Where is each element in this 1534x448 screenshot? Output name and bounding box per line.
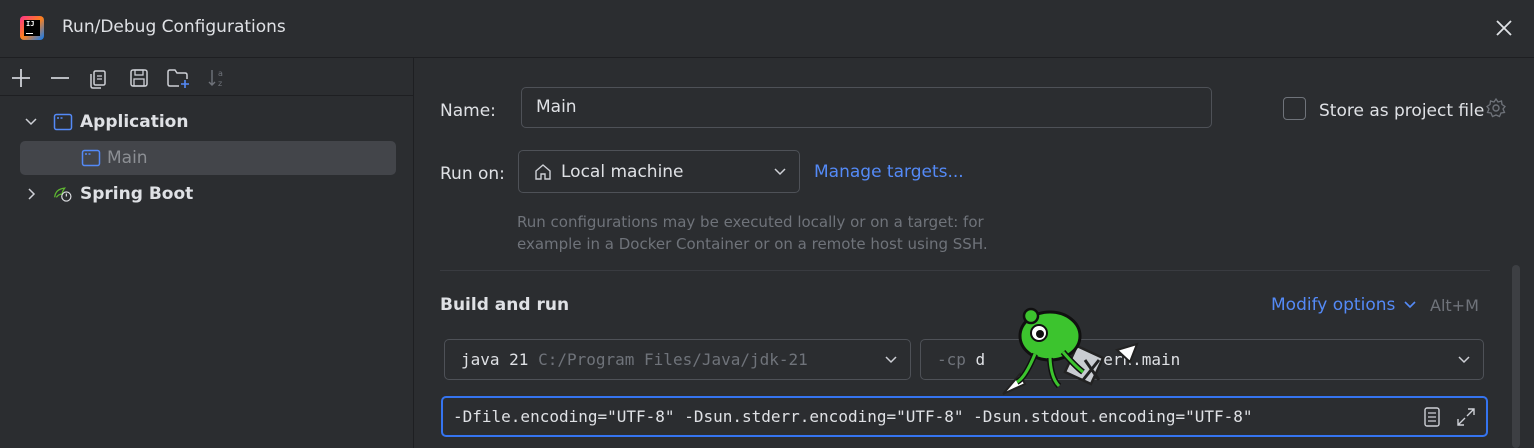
tree-item-label: Application [80, 112, 189, 132]
home-icon [535, 164, 551, 180]
run-on-label: Run on: [440, 164, 505, 184]
build-and-run-heading: Build and run [440, 295, 570, 315]
name-field-value: Main [536, 97, 577, 117]
chevron-down-icon[interactable] [24, 115, 38, 129]
application-icon [81, 149, 101, 167]
jdk-name: java 21 [461, 350, 529, 369]
modify-options-link[interactable]: Modify options [1271, 295, 1395, 315]
tree-toolbar: a z [0, 58, 414, 96]
save-icon[interactable] [126, 65, 152, 91]
new-folder-icon[interactable] [165, 65, 191, 91]
scrollbar[interactable] [1512, 265, 1520, 448]
manage-targets-link[interactable]: Manage targets... [814, 162, 964, 182]
chevron-right-icon[interactable] [24, 187, 38, 201]
modify-options-shortcut: Alt+M [1430, 296, 1479, 315]
title-bar: IJ Run/Debug Configurations [0, 0, 1534, 58]
run-on-dropdown[interactable]: Local machine [518, 150, 800, 193]
jdk-path: C:/Program Files/Java/jdk-21 [538, 350, 808, 369]
tree-item-spring-boot[interactable]: Spring Boot [20, 177, 396, 211]
tree-item-label: Main [107, 148, 148, 168]
vm-options-value: -Dfile.encoding="UTF-8" -Dsun.stderr.enc… [453, 407, 1253, 426]
name-field[interactable]: Main [521, 87, 1212, 128]
tree-item-application[interactable]: Application [20, 105, 396, 139]
close-icon[interactable] [1490, 14, 1518, 42]
chevron-down-icon[interactable] [1403, 298, 1417, 312]
document-icon[interactable] [1421, 406, 1443, 428]
configuration-form: Name: Main Store as project file Run on:… [415, 58, 1534, 448]
mascot-sticker-icon [1002, 307, 1139, 395]
svg-text:z: z [218, 79, 222, 88]
store-as-project-file-checkbox[interactable] [1283, 97, 1306, 120]
run-on-value: Local machine [561, 162, 684, 182]
jdk-dropdown[interactable]: java 21 C:/Program Files/Java/jdk-21 [444, 339, 911, 380]
application-icon [53, 113, 73, 131]
add-icon[interactable] [8, 65, 34, 91]
window-title: Run/Debug Configurations [62, 17, 286, 37]
intellij-logo-icon: IJ [20, 16, 44, 40]
name-label: Name: [440, 101, 496, 121]
divider [440, 270, 1490, 271]
chevron-down-icon [774, 168, 786, 176]
store-as-project-file-label: Store as project file [1319, 101, 1485, 121]
sort-icon[interactable]: a z [204, 65, 230, 91]
tree-item-main[interactable]: Main [20, 141, 396, 175]
remove-icon[interactable] [47, 65, 73, 91]
vm-options-field[interactable]: -Dfile.encoding="UTF-8" -Dsun.stderr.enc… [441, 396, 1488, 437]
copy-icon[interactable] [86, 65, 112, 91]
hint-line: example in a Docker Container or on a re… [517, 235, 988, 253]
hint-line: Run configurations may be executed local… [517, 213, 984, 231]
cp-flag: -cp [937, 350, 966, 369]
chevron-down-icon [885, 356, 897, 364]
expand-icon[interactable] [1455, 406, 1477, 428]
svg-text:a: a [218, 69, 223, 78]
tree-item-label: Spring Boot [80, 184, 194, 204]
cp-value-start: d [975, 350, 986, 369]
chevron-down-icon [1458, 356, 1470, 364]
gear-icon[interactable] [1485, 97, 1507, 119]
spring-boot-icon [54, 187, 72, 202]
run-on-hint: Run configurations may be executed local… [517, 211, 1037, 255]
configurations-tree-pane: a z Application Main Spring Boot [0, 58, 414, 448]
